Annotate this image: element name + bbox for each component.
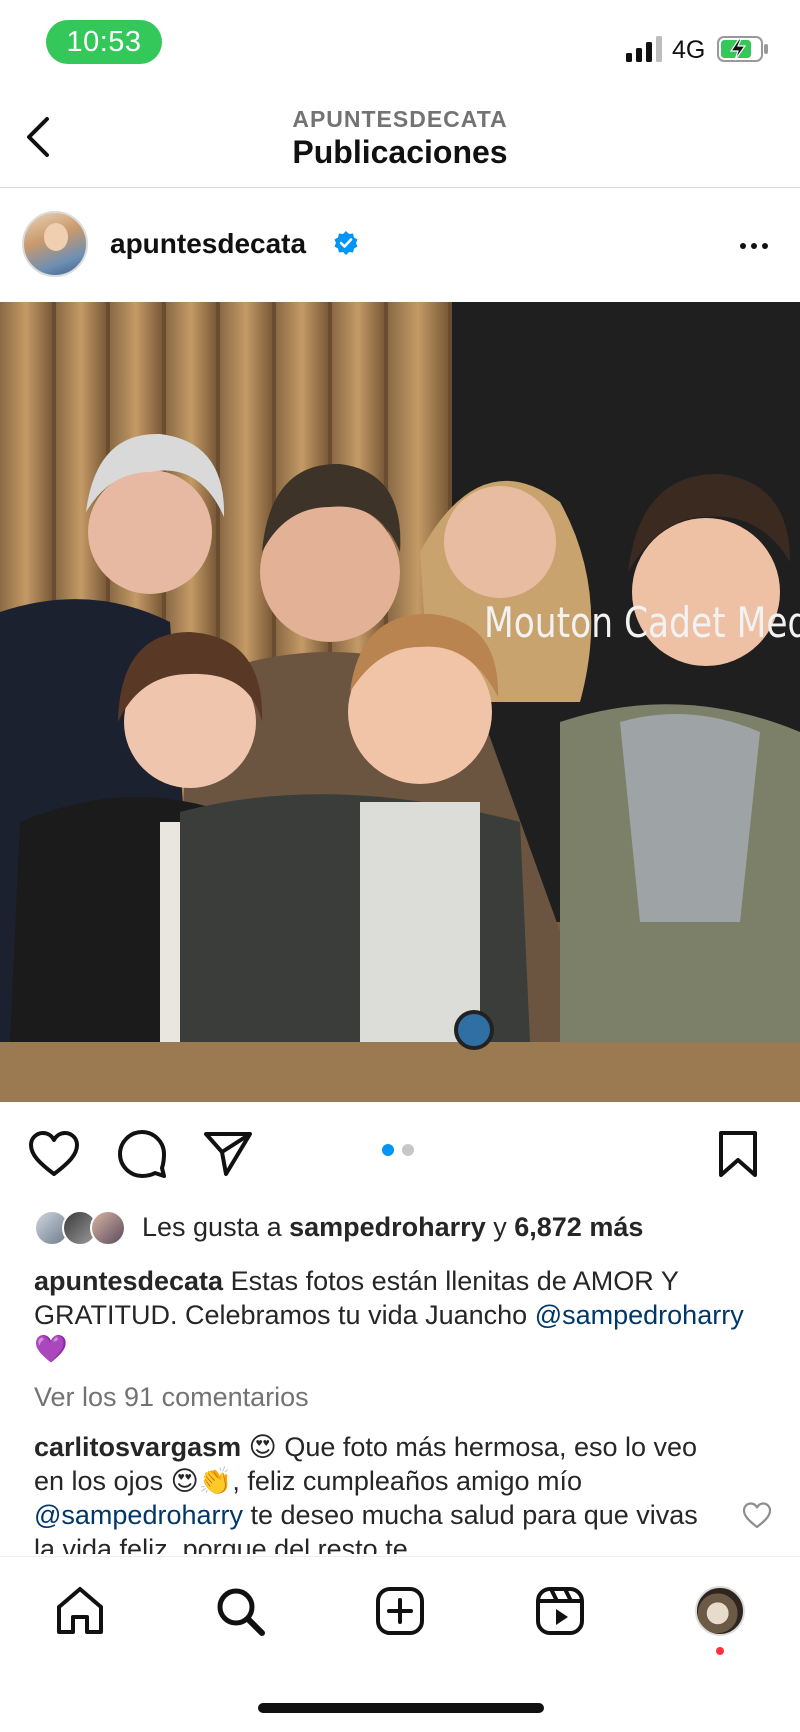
more-dot	[762, 243, 768, 249]
family-photo-illustration	[0, 302, 800, 1102]
caption-mention[interactable]: @sampedroharry	[535, 1300, 744, 1330]
post-author-avatar[interactable]	[22, 211, 88, 277]
home-indicator	[258, 1703, 544, 1713]
likes-user[interactable]: sampedroharry	[289, 1212, 486, 1242]
comment-icon	[118, 1130, 166, 1178]
likes-prefix: Les gusta a	[142, 1212, 282, 1242]
share-button[interactable]	[198, 1124, 258, 1184]
nav-home-button[interactable]	[48, 1579, 112, 1643]
more-options-button[interactable]	[728, 220, 780, 272]
comment-text: , feliz cumpleaños amigo mío	[232, 1466, 583, 1496]
status-bar: 10:53 4G	[0, 0, 800, 88]
comment-button[interactable]	[112, 1124, 172, 1184]
home-icon	[57, 1587, 103, 1634]
likes-count[interactable]: 6,872 más	[514, 1212, 643, 1242]
verified-badge-icon	[334, 231, 358, 255]
network-label: 4G	[672, 36, 706, 64]
photo-sign-text: Mouton Cadet Med	[484, 598, 800, 647]
carousel-indicator	[382, 1144, 414, 1156]
comment-mention[interactable]: @sampedroharry	[34, 1500, 243, 1530]
nav-reels-button[interactable]	[528, 1579, 592, 1643]
like-button[interactable]	[24, 1124, 84, 1184]
heart-icon	[29, 1131, 79, 1176]
bookmark-icon	[719, 1131, 757, 1177]
caption-username[interactable]: apuntesdecata	[34, 1266, 223, 1296]
liker-avatar	[90, 1210, 126, 1246]
page-title: Publicaciones	[292, 134, 508, 170]
notification-dot	[716, 1647, 724, 1655]
post-username[interactable]: apuntesdecata	[110, 228, 306, 260]
carousel-dot	[402, 1144, 414, 1156]
signal-icon	[626, 36, 662, 62]
more-dot	[740, 243, 746, 249]
reels-icon	[536, 1587, 584, 1635]
post-photo[interactable]: Mouton Cadet Med	[0, 302, 800, 1102]
comment-emoji: 😍👏	[170, 1466, 233, 1496]
post-header: apuntesdecata	[0, 190, 800, 302]
header-account: APUNTESDECATA	[292, 106, 508, 132]
status-time: 10:53	[46, 20, 162, 64]
page-header: APUNTESDECATA Publicaciones	[0, 88, 800, 188]
comment-preview: carlitosvargasm 😍 Que foto más hermosa, …	[34, 1430, 724, 1554]
nav-new-post-button[interactable]	[368, 1579, 432, 1643]
post-caption: apuntesdecata Estas fotos están llenitas…	[34, 1264, 774, 1366]
likes-text: Les gusta a sampedroharry y 6,872 más	[142, 1212, 643, 1243]
likes-joiner: y	[493, 1212, 507, 1242]
likes-summary[interactable]: Les gusta a sampedroharry y 6,872 más	[34, 1208, 784, 1248]
comment-username[interactable]: carlitosvargasm	[34, 1432, 241, 1462]
comment-like-icon[interactable]	[742, 1501, 772, 1531]
more-dot	[751, 243, 757, 249]
new-post-icon	[376, 1587, 424, 1635]
profile-avatar	[695, 1586, 745, 1636]
nav-search-button[interactable]	[208, 1579, 272, 1643]
caption-emoji: 💜	[34, 1334, 68, 1364]
comment-emoji: 😍	[248, 1432, 277, 1462]
view-comments-link[interactable]: Ver los 91 comentarios	[34, 1382, 309, 1413]
save-button[interactable]	[708, 1124, 768, 1184]
send-icon	[204, 1132, 252, 1176]
nav-profile-button[interactable]	[688, 1579, 752, 1643]
battery-charging-icon	[717, 36, 768, 62]
carousel-dot-active	[382, 1144, 394, 1156]
search-icon	[217, 1588, 265, 1636]
liker-avatars	[34, 1210, 130, 1246]
